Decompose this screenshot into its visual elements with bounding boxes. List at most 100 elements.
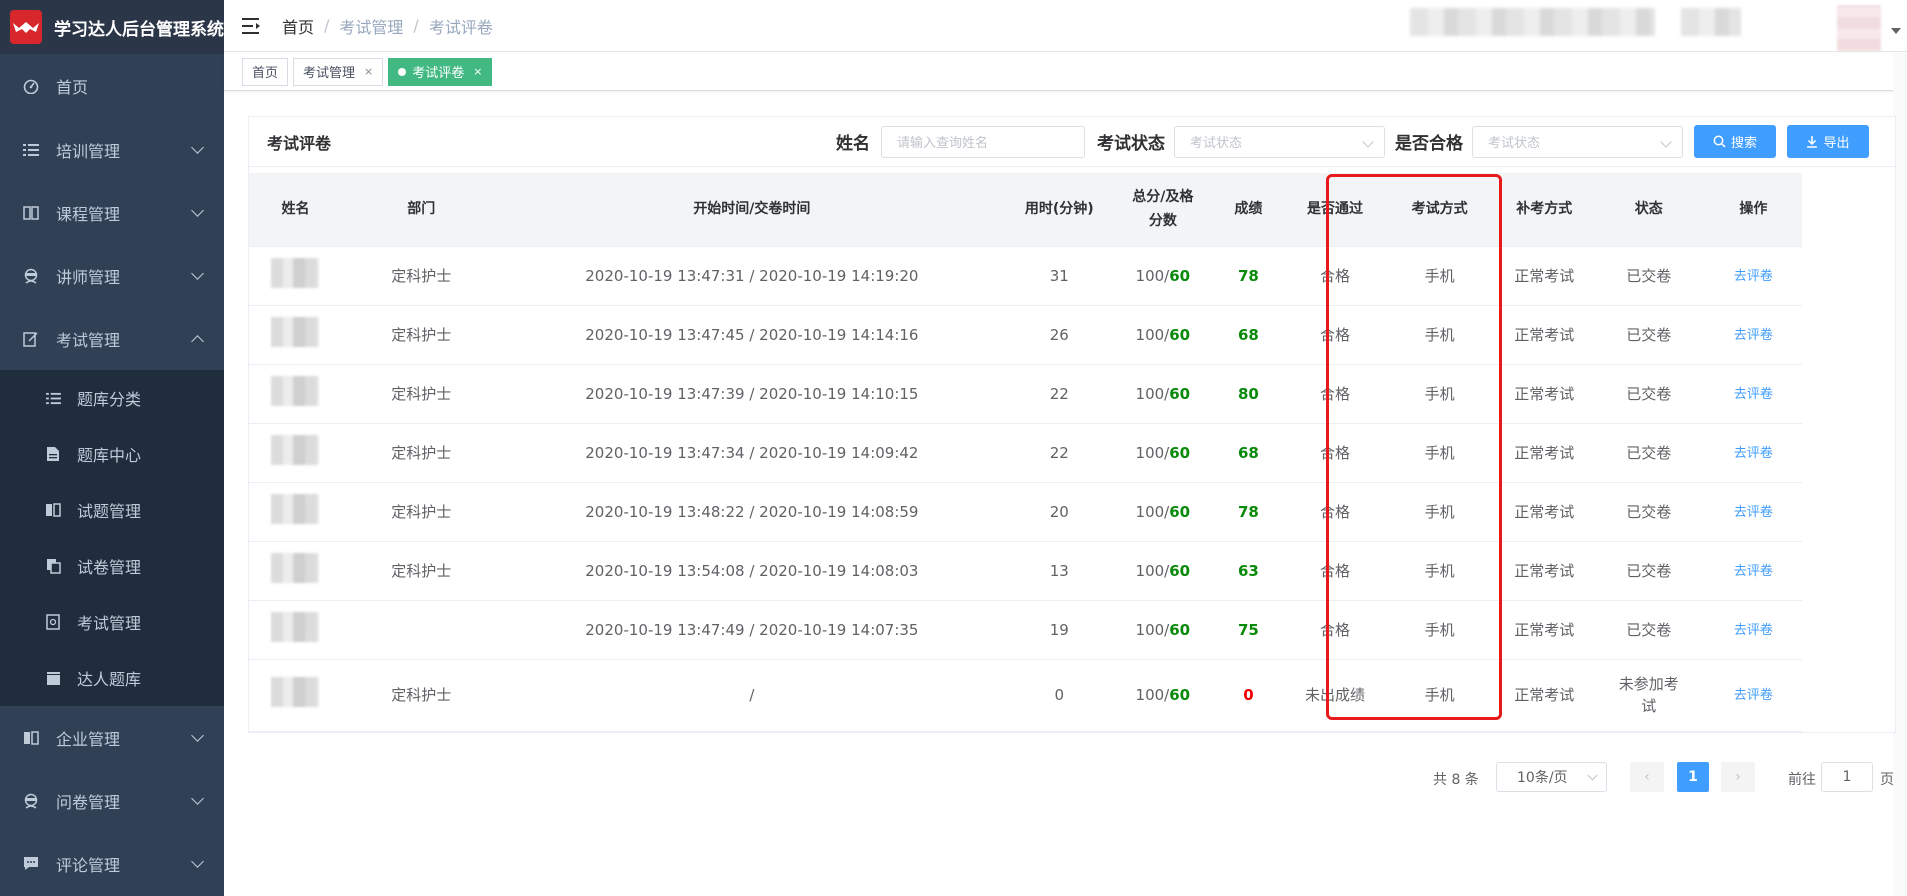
- close-icon[interactable]: ×: [473, 65, 482, 78]
- name-label: 姓名: [836, 134, 870, 154]
- search-button-label: 搜索: [1730, 136, 1757, 151]
- cell-duration: 26: [1003, 305, 1116, 365]
- grade-link[interactable]: 去评卷: [1734, 269, 1773, 284]
- score-value: 78: [1237, 502, 1259, 521]
- teacher-icon: [22, 267, 40, 285]
- search-button[interactable]: 搜索: [1694, 125, 1776, 158]
- caret-down-icon[interactable]: [1891, 28, 1901, 34]
- chevron-down-icon: [191, 140, 204, 154]
- cell-dept: 定科护士: [341, 541, 501, 601]
- tag-grading[interactable]: 考试评卷 ×: [388, 57, 493, 86]
- score-value: 68: [1237, 325, 1259, 344]
- sidebar-subitem-question-center[interactable]: 题库中心: [0, 426, 224, 482]
- tags-view: 首页 考试管理 × 考试评卷 ×: [224, 53, 1907, 91]
- goto-page-input[interactable]: 1: [1821, 762, 1873, 792]
- dashboard-icon: [22, 77, 40, 95]
- col-action: 操作: [1704, 173, 1802, 247]
- cell-dept: 定科护士: [341, 423, 501, 483]
- cell-name: [249, 364, 342, 424]
- sidebar-item-label: 考试管理: [56, 330, 121, 350]
- tag-exam-mgmt[interactable]: 考试管理 ×: [293, 57, 384, 86]
- cell-score: 0: [1210, 659, 1287, 732]
- col-makeup: 补考方式: [1495, 173, 1593, 247]
- table-header-row: 姓名 部门 开始时间/交卷时间 用时(分钟) 总分/及格 分数 成绩 是否通过 考…: [249, 173, 1895, 247]
- cell-duration: 22: [1003, 364, 1116, 424]
- search-icon: [1713, 135, 1726, 148]
- cell-name: [249, 482, 342, 542]
- sidebar-item-exams[interactable]: 考试管理: [0, 307, 224, 370]
- breadcrumb-exam-mgmt[interactable]: 考试管理: [339, 14, 403, 38]
- avatar[interactable]: [1837, 5, 1881, 51]
- prev-page-button[interactable]: ‹: [1630, 762, 1664, 792]
- cell-makeup: 正常考试: [1495, 423, 1593, 483]
- page-number-current[interactable]: 1: [1677, 762, 1709, 792]
- sidebar-item-training[interactable]: 培训管理: [0, 118, 224, 181]
- hamburger-icon[interactable]: [242, 16, 262, 36]
- sidebar-item-teachers[interactable]: 讲师管理: [0, 244, 224, 307]
- grade-link[interactable]: 去评卷: [1734, 505, 1773, 520]
- cell-passed: 合格: [1286, 364, 1384, 424]
- cell-score: 78: [1210, 482, 1287, 542]
- grade-link[interactable]: 去评卷: [1734, 446, 1773, 461]
- sidebar-item-comments[interactable]: 评论管理: [0, 832, 224, 895]
- status-text: 已交卷: [1626, 443, 1672, 462]
- list-icon: [22, 141, 40, 159]
- sidebar-subitem-expert-bank[interactable]: 达人题库: [0, 650, 224, 706]
- exam-status-label: 考试状态: [1097, 134, 1165, 154]
- cell-total: 100/60: [1115, 659, 1211, 732]
- grade-link[interactable]: 去评卷: [1734, 328, 1773, 343]
- sidebar-subitem-paper-mgmt[interactable]: 试卷管理: [0, 538, 224, 594]
- pass-label: 是否合格: [1395, 134, 1463, 154]
- pass-score: 60: [1169, 686, 1191, 704]
- sidebar-subitem-question-category[interactable]: 题库分类: [0, 370, 224, 426]
- sidebar-item-enterprise[interactable]: 企业管理: [0, 706, 224, 769]
- sidebar-subitem-exam-mgmt[interactable]: 考试管理: [0, 594, 224, 650]
- book-icon: [22, 729, 40, 747]
- sidebar-item-home[interactable]: 首页: [0, 54, 224, 118]
- export-button[interactable]: 导出: [1787, 125, 1869, 158]
- sidebar-item-courses[interactable]: 课程管理: [0, 181, 224, 244]
- sidebar-subitem-question-mgmt[interactable]: 试题管理: [0, 482, 224, 538]
- status-text: 已交卷: [1626, 620, 1672, 639]
- tag-label: 首页: [252, 66, 279, 81]
- download-icon: [1807, 136, 1818, 148]
- cell-makeup: 正常考试: [1495, 541, 1593, 601]
- cell-makeup: 正常考试: [1495, 246, 1593, 306]
- next-page-button[interactable]: ›: [1721, 762, 1755, 792]
- cell-name: [249, 305, 342, 365]
- page-size-select[interactable]: 10条/页: [1496, 762, 1607, 792]
- tag-home[interactable]: 首页: [242, 57, 289, 86]
- status-text-line2: 试: [1641, 697, 1657, 715]
- pagination-total: 共 8 条: [1433, 772, 1479, 788]
- grade-link[interactable]: 去评卷: [1734, 688, 1773, 703]
- blurred-name: [271, 375, 320, 406]
- sidebar-subitem-label: 达人题库: [77, 670, 142, 689]
- status-text: 已交卷: [1626, 266, 1672, 285]
- cell-time: 2020-10-19 13:47:31 / 2020-10-19 14:19:2…: [500, 246, 1004, 306]
- cell-status: 已交卷: [1592, 364, 1705, 424]
- tag-label: 考试管理: [303, 66, 356, 81]
- col-passed: 是否通过: [1286, 173, 1384, 247]
- pass-score: 60: [1169, 266, 1191, 285]
- grade-link[interactable]: 去评卷: [1734, 623, 1773, 638]
- total-score: 100/: [1135, 686, 1170, 704]
- cell-score: 78: [1210, 246, 1287, 306]
- close-icon[interactable]: ×: [364, 65, 373, 78]
- exam-status-select[interactable]: 考试状态: [1174, 125, 1385, 158]
- cell-action: 去评卷: [1704, 246, 1802, 306]
- blurred-name: [271, 552, 320, 583]
- grade-link[interactable]: 去评卷: [1734, 387, 1773, 402]
- pass-score: 60: [1169, 561, 1191, 580]
- cell-passed: 合格: [1286, 600, 1384, 660]
- name-search-input[interactable]: 请输入查询姓名: [881, 125, 1085, 158]
- chevron-down-icon: [191, 854, 204, 868]
- pass-score: 60: [1169, 443, 1191, 462]
- col-total: 总分/及格 分数: [1115, 173, 1211, 247]
- cell-time: 2020-10-19 13:47:45 / 2020-10-19 14:14:1…: [500, 305, 1004, 365]
- breadcrumb-home[interactable]: 首页: [282, 14, 314, 38]
- pass-select[interactable]: 考试状态: [1472, 125, 1683, 158]
- col-duration: 用时(分钟): [1003, 173, 1116, 247]
- export-button-label: 导出: [1823, 136, 1850, 151]
- blurred-header-info: [1681, 8, 1741, 36]
- grade-link[interactable]: 去评卷: [1734, 564, 1773, 579]
